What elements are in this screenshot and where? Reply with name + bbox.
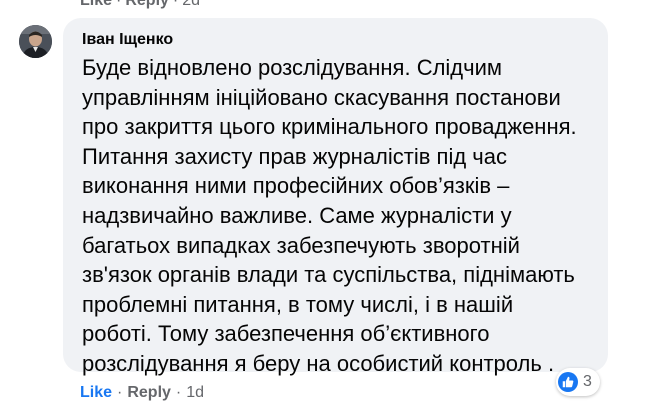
comment-line: про закриття цього кримінального провадж…	[82, 114, 577, 140]
separator: ·	[172, 0, 179, 9]
previous-timestamp[interactable]: 2d	[182, 0, 200, 9]
thumbs-up-icon	[558, 372, 578, 392]
separator: ·	[116, 0, 122, 9]
reaction-count: 3	[583, 373, 592, 390]
comment-line: виконання ними професійних обов’язків –	[82, 173, 510, 199]
comment-line: роботі. Тому забезпечення об’єктивного	[82, 321, 490, 347]
comment-line: надзвичайно важливе. Саме журналісти у	[82, 202, 512, 228]
comment-line: зв'язок органів влади та суспільства, пі…	[82, 262, 575, 288]
separator: ·	[117, 384, 123, 401]
comment-line: управлінням ініційовано скасування поста…	[82, 84, 561, 110]
comment-timestamp[interactable]: 1d	[186, 384, 204, 401]
reaction-summary[interactable]: 3	[556, 368, 600, 396]
avatar[interactable]	[19, 25, 52, 58]
comment-bubble: Іван Іщенко Буде відновлено розслідуванн…	[63, 18, 608, 376]
comment-text: Буде відновлено розслідування. Слідчим у…	[82, 53, 592, 379]
separator: ·	[175, 384, 182, 401]
like-link[interactable]: Like	[80, 384, 112, 401]
reply-link[interactable]: Reply	[127, 384, 171, 401]
comment-author[interactable]: Іван Іщенко	[82, 29, 592, 51]
avatar-photo	[19, 25, 52, 58]
previous-like-link[interactable]: Like	[80, 0, 112, 9]
comment-line: багатьох випадках забезпечують зворотній	[82, 232, 520, 258]
comment-line: Питання захисту прав журналістів під час	[82, 143, 507, 169]
previous-comment-actions: Like · Reply · 2d	[80, 0, 200, 10]
comment-actions: Like · Reply · 1d	[80, 382, 204, 404]
comment-line: Буде відновлено розслідування. Слідчим	[82, 55, 503, 80]
comment-line: проблемні питання, в тому числі, і в наш…	[82, 291, 514, 317]
previous-reply-link[interactable]: Reply	[125, 0, 169, 9]
comment-line: розслідування я беру на особистий контро…	[82, 350, 555, 376]
